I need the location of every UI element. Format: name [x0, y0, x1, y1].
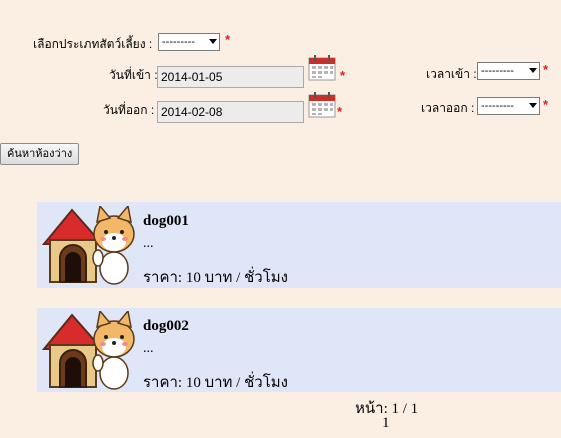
- chevron-down-icon: [209, 39, 217, 44]
- page-link[interactable]: 1: [382, 415, 390, 432]
- chevron-down-icon: [529, 103, 537, 108]
- pet-type-select[interactable]: ---------: [158, 33, 220, 51]
- required-mark: *: [340, 68, 346, 83]
- required-mark: *: [225, 32, 231, 47]
- room-name[interactable]: dog001: [143, 213, 189, 230]
- required-mark: *: [337, 104, 343, 119]
- checkout-time-select[interactable]: ---------: [477, 97, 540, 115]
- checkin-time-label: เวลาเข้า :: [426, 67, 477, 81]
- calendar-icon[interactable]: [308, 53, 336, 81]
- room-price: ราคา: 10 บาท / ชั่วโมง: [143, 270, 288, 286]
- checkout-time-label: เวลาออก :: [421, 101, 475, 115]
- room-price: ราคา: 10 บาท / ชั่วโมง: [143, 375, 288, 391]
- search-rooms-button[interactable]: ค้นหาห้องว่าง: [0, 143, 80, 165]
- pet-type-label: เลือกประเภทสัตว์เลี้ยง :: [33, 37, 153, 51]
- checkin-date-label: วันที่เข้า :: [109, 68, 158, 82]
- checkin-time-select-value: ---------: [481, 65, 514, 77]
- room-card[interactable]: dog002 ... ราคา: 10 บาท / ชั่วโมง: [37, 308, 561, 392]
- room-description: ...: [143, 341, 154, 356]
- dog-house-icon: [41, 311, 135, 390]
- checkout-date-input[interactable]: 2014-02-08: [157, 101, 304, 123]
- room-name[interactable]: dog002: [143, 318, 189, 335]
- pet-type-select-value: ---------: [162, 36, 195, 48]
- checkin-date-input[interactable]: 2014-01-05: [157, 66, 304, 88]
- checkout-date-label: วันที่ออก :: [103, 103, 155, 117]
- required-mark: *: [543, 97, 549, 112]
- dog-house-icon: [41, 206, 135, 285]
- chevron-down-icon: [529, 68, 537, 73]
- checkout-time-select-value: ---------: [481, 100, 514, 112]
- room-description: ...: [143, 236, 154, 251]
- required-mark: *: [543, 62, 549, 77]
- checkin-time-select[interactable]: ---------: [477, 62, 540, 80]
- room-card[interactable]: dog001 ... ราคา: 10 บาท / ชั่วโมง: [37, 202, 561, 288]
- calendar-icon[interactable]: [308, 90, 336, 118]
